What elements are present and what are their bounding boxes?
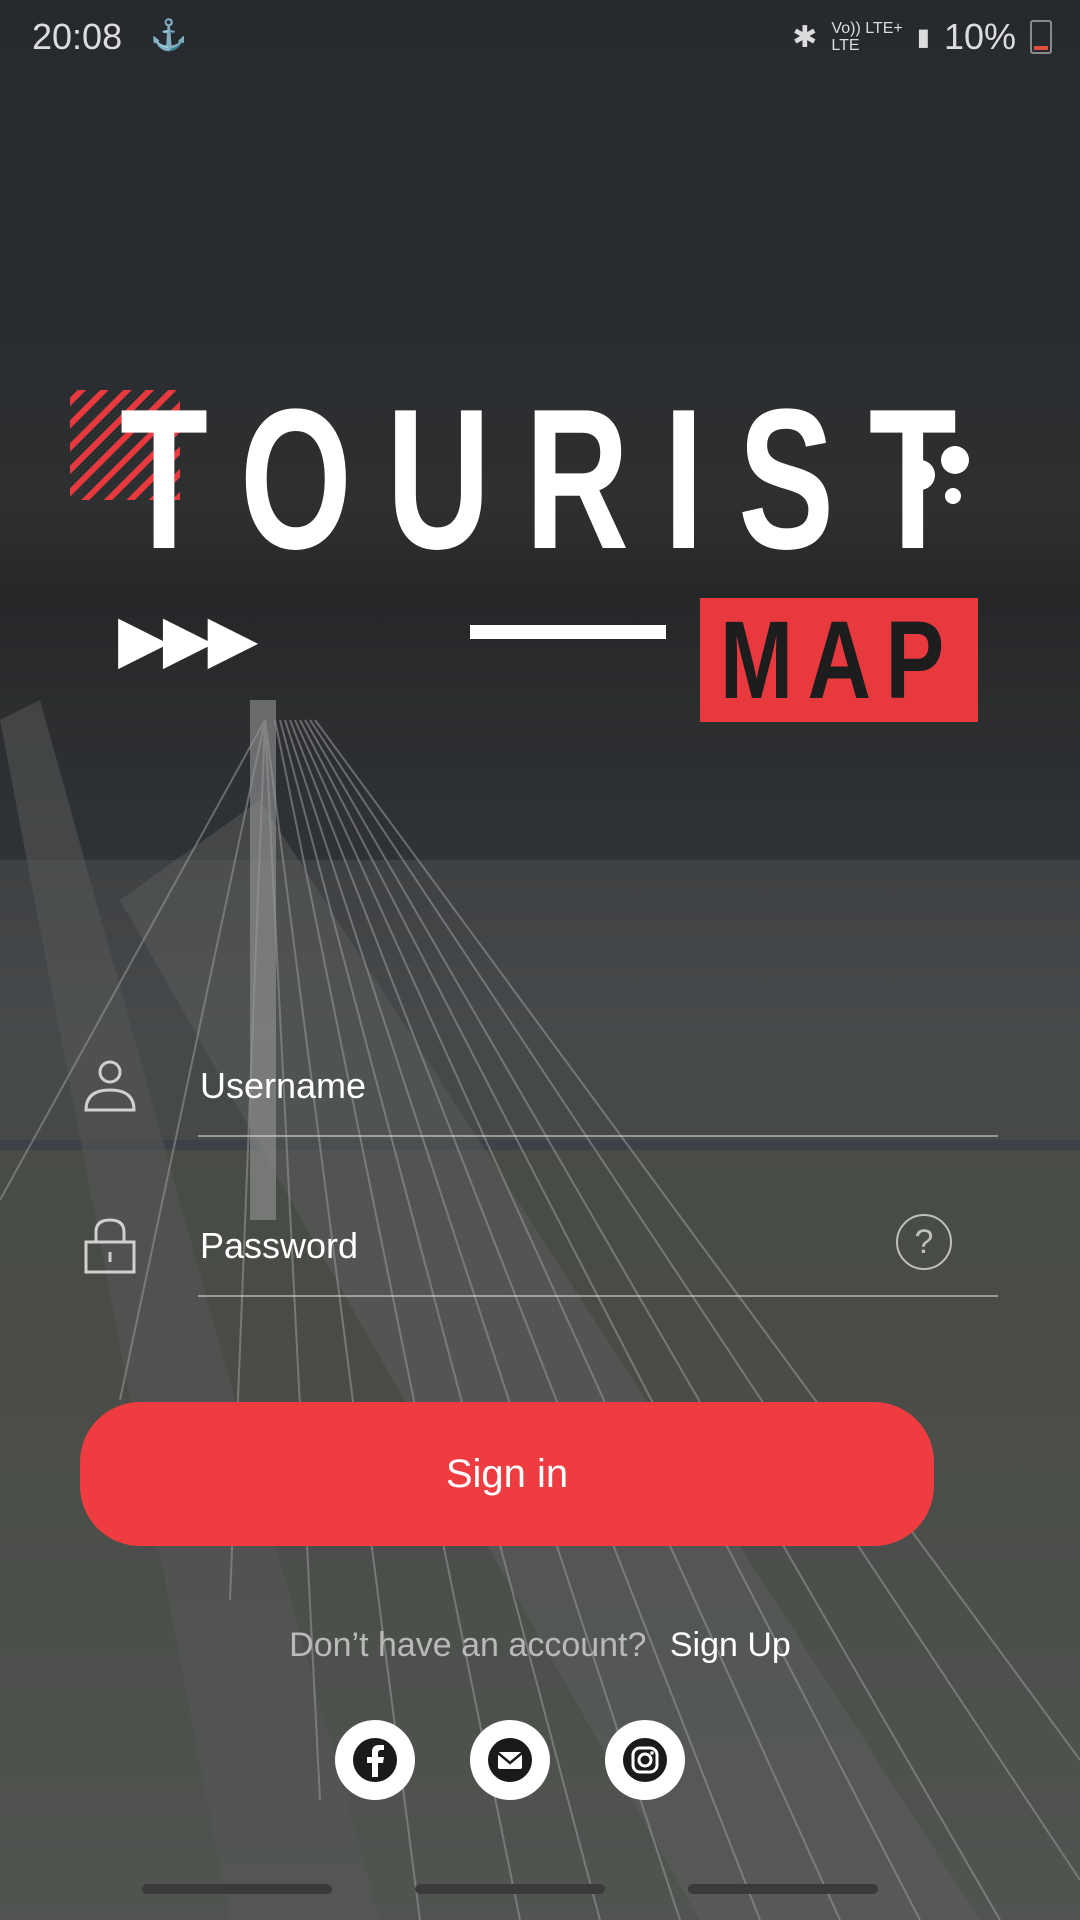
username-underline [198,1135,998,1137]
instagram-icon [623,1738,667,1782]
signup-question: Don’t have an account? [289,1626,647,1664]
bluetooth-icon: ✱ [792,20,818,54]
lock-icon [84,1218,136,1274]
mail-button[interactable] [470,1720,550,1800]
sign-in-button[interactable]: Sign in [80,1402,934,1546]
mail-icon [488,1738,532,1782]
password-underline [198,1295,998,1297]
network-top-label: Vo)) LTE+ [831,20,903,37]
logo-map-badge: MAP [700,598,978,722]
instagram-button[interactable] [605,1720,685,1800]
facebook-icon [353,1738,397,1782]
app-logo: TOURIST ▶▶▶ MAP [70,380,990,730]
nav-back-button[interactable] [688,1884,878,1894]
logo-word: TOURIST [120,368,992,591]
battery-icon [1030,20,1052,54]
nav-recent-button[interactable] [142,1884,332,1894]
network-indicator: Vo)) LTE+ LTE [831,20,902,54]
notification-icon: ⚓ [150,19,188,52]
username-input[interactable] [198,1050,1002,1122]
status-time: 20:08 [32,16,123,57]
signup-row: Don’t have an account? Sign Up [0,1626,1080,1665]
logo-arrows-icon: ▶▶▶ [118,601,258,675]
network-bottom-label: LTE [831,37,860,54]
status-bar: 20:08 ⚓ ✱ Vo)) LTE+ LTE ▮ 10% [0,0,1080,74]
logo-underline [470,625,666,639]
password-help-button[interactable]: ? [896,1214,952,1270]
username-row [80,1030,1002,1150]
password-input[interactable] [198,1210,1002,1282]
battery-percentage: 10% [943,16,1016,57]
facebook-button[interactable] [335,1720,415,1800]
user-icon [84,1060,136,1112]
password-row: ? [80,1190,1002,1310]
nav-home-button[interactable] [415,1884,605,1894]
logo-map-text: MAP [719,598,959,722]
sign-up-link[interactable]: Sign Up [670,1626,791,1664]
signal-icon: ▮ [916,23,930,51]
